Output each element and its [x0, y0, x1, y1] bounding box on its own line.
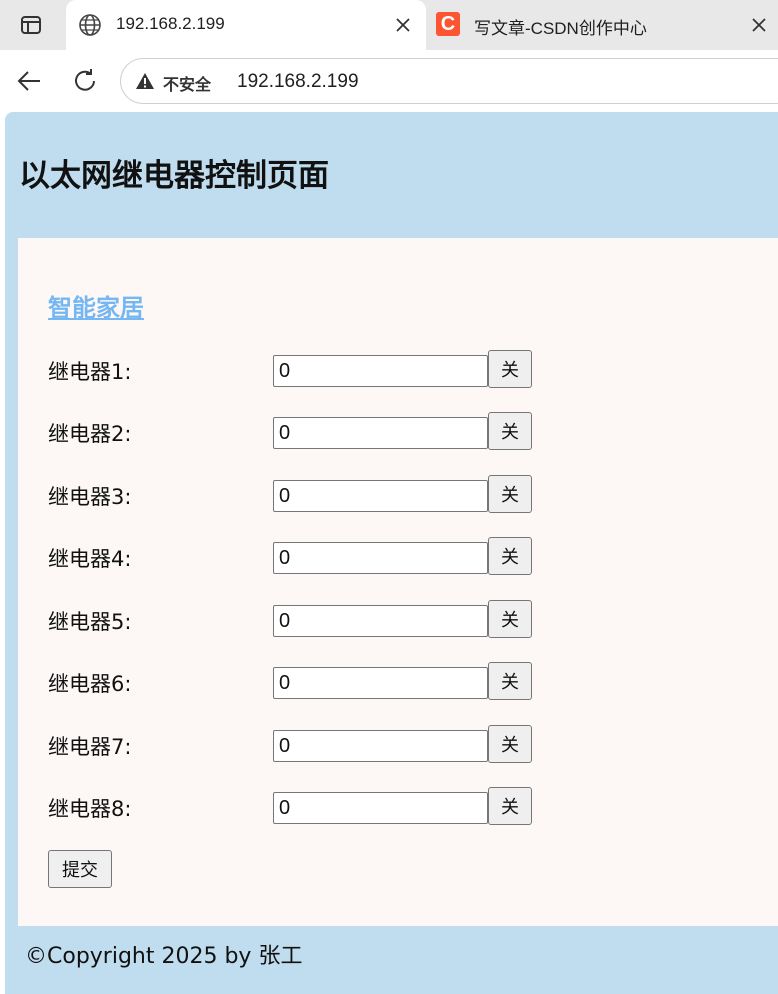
relay-label: 继电器7: [48, 735, 132, 759]
relay-7-input[interactable] [273, 730, 488, 762]
page-title: 以太网继电器控制页面 [19, 158, 329, 194]
tab-close-button[interactable] [748, 14, 770, 36]
globe-icon [79, 14, 101, 36]
tab-inactive[interactable]: C 写文章-CSDN创作中心 [428, 0, 778, 50]
reload-button[interactable] [70, 66, 100, 100]
back-button[interactable] [14, 66, 44, 100]
relay-label: 继电器8: [48, 797, 132, 821]
relay-row: 继电器2: 关 [48, 412, 548, 452]
relay-6-input[interactable] [273, 667, 488, 699]
relay-7-toggle-button[interactable]: 关 [488, 725, 532, 763]
tab-active[interactable]: 192.168.2.199 [66, 0, 426, 50]
relay-4-input[interactable] [273, 542, 488, 574]
relay-row: 继电器4: 关 [48, 537, 548, 577]
relay-row: 继电器5: 关 [48, 600, 548, 640]
url-text[interactable]: 192.168.2.199 [237, 71, 359, 93]
relay-1-input[interactable] [273, 355, 488, 387]
address-bar[interactable]: 不安全 192.168.2.199 [120, 58, 778, 104]
content-card: 智能家居 继电器1: 关 继电器2: 关 继电器3: 关 继电器4: 关 继电器… [18, 238, 778, 926]
relay-row: 继电器8: 关 [48, 787, 548, 827]
warning-icon [136, 73, 154, 89]
relay-label: 继电器6: [48, 672, 132, 696]
relay-8-input[interactable] [273, 792, 488, 824]
relay-row: 继电器6: 关 [48, 662, 548, 702]
relay-label: 继电器1: [48, 360, 132, 384]
close-icon [396, 18, 410, 32]
close-icon [752, 18, 766, 32]
arrow-left-icon [17, 71, 40, 91]
tab-title: 写文章-CSDN创作中心 [474, 19, 647, 38]
relay-8-toggle-button[interactable]: 关 [488, 787, 532, 825]
relay-row: 继电器7: 关 [48, 725, 548, 765]
relay-label: 继电器2: [48, 422, 132, 446]
relay-2-input[interactable] [273, 417, 488, 449]
relay-5-toggle-button[interactable]: 关 [488, 600, 532, 638]
relay-5-input[interactable] [273, 605, 488, 637]
relay-label: 继电器3: [48, 485, 132, 509]
tab-actions-button[interactable] [0, 0, 62, 50]
tab-strip: 192.168.2.199 C 写文章-CSDN创作中心 [0, 0, 778, 50]
relay-label: 继电器4: [48, 547, 132, 571]
smart-home-link[interactable]: 智能家居 [48, 288, 144, 323]
relay-row: 继电器1: 关 [48, 350, 548, 390]
relay-3-toggle-button[interactable]: 关 [488, 475, 532, 513]
relay-label: 继电器5: [48, 610, 132, 634]
footer-copyright: ©Copyright 2025 by 张工 [25, 944, 303, 969]
tab-close-button[interactable] [392, 14, 414, 36]
relay-2-toggle-button[interactable]: 关 [488, 412, 532, 450]
reload-icon [75, 69, 95, 91]
tab-actions-icon [21, 16, 41, 34]
tab-title: 192.168.2.199 [116, 14, 225, 33]
page-viewport: 以太网继电器控制页面 智能家居 继电器1: 关 继电器2: 关 继电器3: 关 … [5, 112, 778, 994]
submit-button[interactable]: 提交 [48, 850, 112, 888]
relay-3-input[interactable] [273, 480, 488, 512]
relay-6-toggle-button[interactable]: 关 [488, 662, 532, 700]
relay-4-toggle-button[interactable]: 关 [488, 537, 532, 575]
csdn-icon: C [436, 12, 460, 36]
browser-toolbar: 不安全 192.168.2.199 [0, 50, 778, 112]
relay-row: 继电器3: 关 [48, 475, 548, 515]
security-label: 不安全 [163, 75, 212, 94]
relay-1-toggle-button[interactable]: 关 [488, 350, 532, 388]
